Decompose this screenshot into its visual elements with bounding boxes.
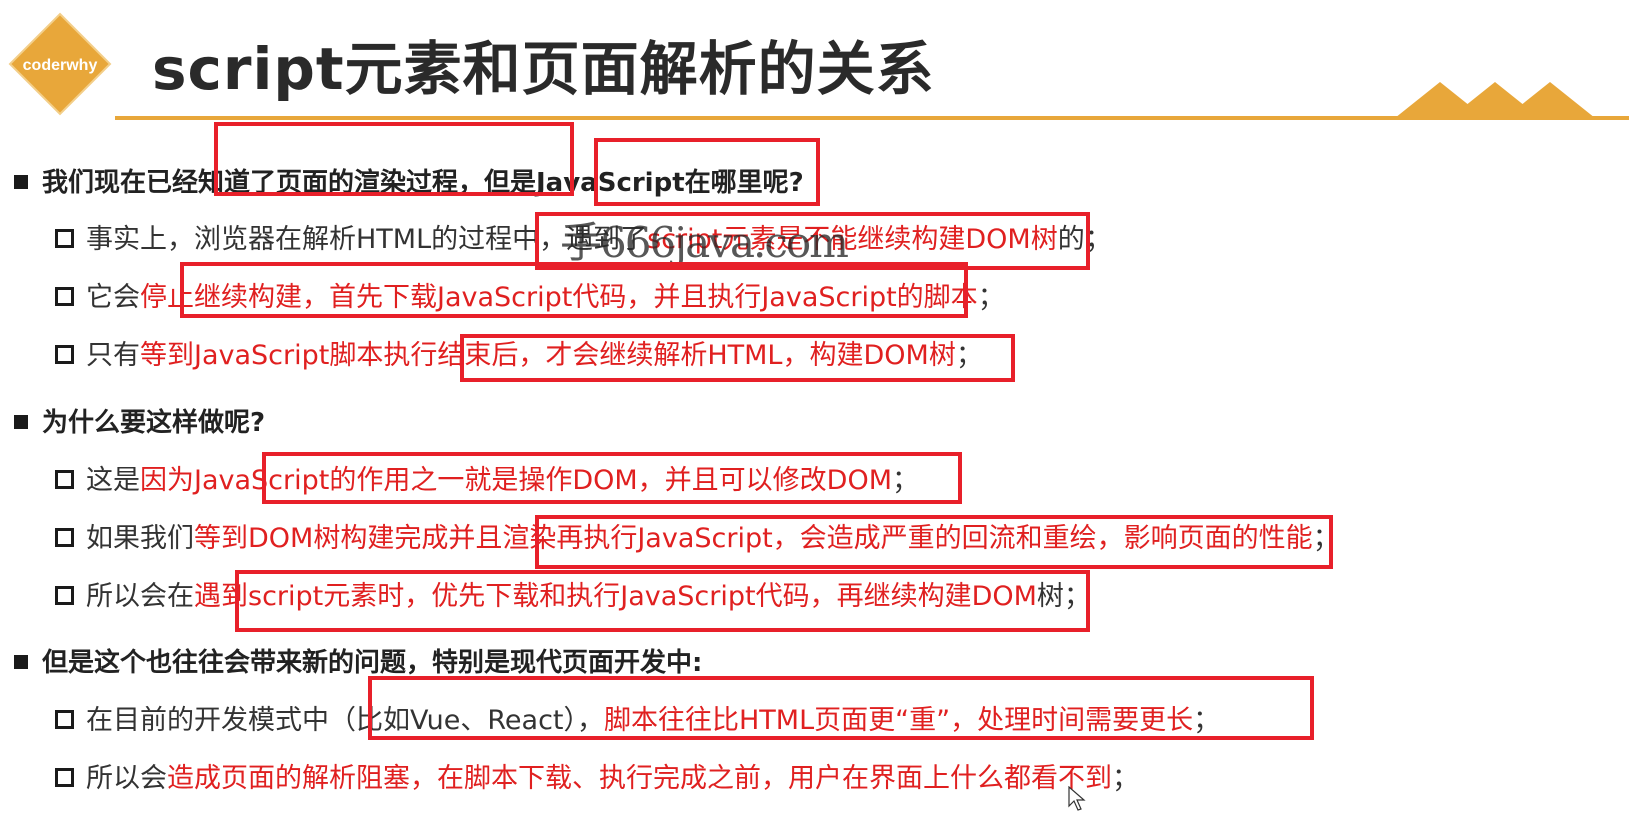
bullet-2-text: 为什么要这样做呢? bbox=[42, 408, 266, 438]
annotation-box bbox=[180, 262, 968, 318]
annotation-box bbox=[535, 515, 1333, 569]
text-segment: 它会 bbox=[86, 282, 140, 313]
bullet-3-text: 但是这个也往往会带来新的问题，特别是现代页面开发中: bbox=[42, 648, 703, 678]
filled-square-icon bbox=[14, 174, 28, 189]
text-segment: ； bbox=[1112, 763, 1139, 794]
text-segment: 所以会 bbox=[86, 763, 167, 794]
hollow-square-icon bbox=[55, 229, 74, 248]
annotation-box bbox=[594, 138, 820, 206]
hollow-square-icon bbox=[55, 710, 74, 729]
hollow-square-icon bbox=[55, 345, 74, 364]
annotation-box bbox=[262, 452, 962, 504]
hollow-square-icon bbox=[55, 470, 74, 489]
highlight-segment: 造成页面的解析阻塞，在脚本下载、执行完成之前，用户在界面上什么都看不到 bbox=[167, 763, 1112, 794]
text-segment: 所以会在 bbox=[86, 581, 194, 612]
annotation-box bbox=[214, 122, 574, 196]
filled-square-icon bbox=[14, 654, 28, 669]
sub-bullet-3-2: 所以会造成页面的解析阻塞，在脚本下载、执行完成之前，用户在界面上什么都看不到； bbox=[55, 765, 1139, 792]
hollow-square-icon bbox=[55, 287, 74, 306]
text-segment: 这是 bbox=[86, 465, 140, 496]
hollow-square-icon bbox=[55, 586, 74, 605]
text-segment: 如果我们 bbox=[86, 523, 194, 554]
mouse-cursor-icon bbox=[1068, 786, 1086, 811]
hollow-square-icon bbox=[55, 528, 74, 547]
text-segment: ； bbox=[977, 282, 1005, 313]
bullet-2: 为什么要这样做呢? bbox=[14, 410, 265, 436]
hollow-square-icon bbox=[55, 768, 74, 787]
annotation-box bbox=[368, 676, 1314, 740]
filled-square-icon bbox=[14, 414, 28, 429]
text-segment: 只有 bbox=[86, 340, 140, 371]
bullet-3: 但是这个也往往会带来新的问题，特别是现代页面开发中: bbox=[14, 650, 702, 676]
annotation-box bbox=[460, 334, 1015, 382]
annotation-box bbox=[235, 570, 1090, 632]
